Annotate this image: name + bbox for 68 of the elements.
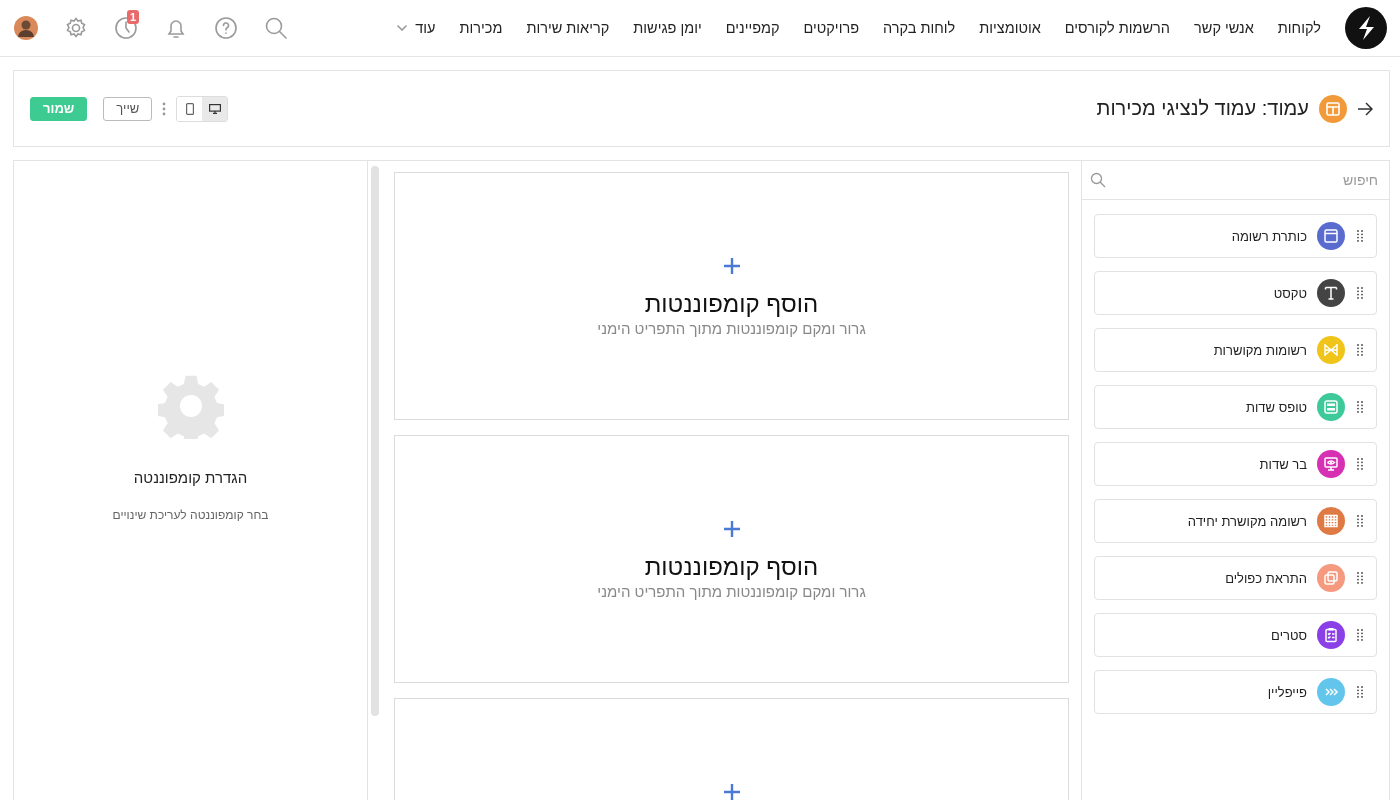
more-menu[interactable]: עוד [397,20,436,36]
component-item[interactable]: סטרים [1094,613,1377,657]
component-label: פייפליין [1267,684,1307,700]
monitor-icon[interactable] [208,103,221,114]
component-item[interactable]: התראת כפולים [1094,556,1377,600]
component-label: טופס שדות [1246,399,1307,415]
drag-handle-icon[interactable] [1357,629,1363,641]
logo-icon[interactable] [1345,7,1387,49]
drop-zone[interactable]: הוסף קומפוננטות גרור ומקם קומפוננטות מתוך התפריט הימני [394,435,1069,683]
component-item[interactable]: טקסט [1094,271,1377,315]
component-label: בר שדות [1259,456,1307,472]
settings-title: הגדרת קומפוננטה [133,469,248,486]
component-label: התראת כפולים [1225,570,1307,586]
caret-icon[interactable] [397,25,408,31]
gear-icon [157,373,224,439]
drop-zone-hint: גרור ומקם קומפוננטות מתוך התפריט הימני [597,320,866,337]
more-options-icon[interactable] [162,101,167,116]
component-item[interactable]: פייפליין [1094,670,1377,714]
page-icon [1319,94,1347,123]
nav-link[interactable]: פרויקטים [803,20,859,36]
component-item[interactable]: כותרת רשומה [1094,214,1377,258]
back-arrow-icon[interactable] [1357,101,1373,116]
scrollbar-thumb[interactable] [371,166,379,716]
plus-icon[interactable] [723,521,740,537]
page-title: עמוד: עמוד לנציגי מכירות [1096,97,1309,120]
drop-zone-title: הוסף קומפוננטות [644,553,819,581]
avatar-icon[interactable] [14,16,38,40]
component-label: רשומה מקושרת יחידה [1187,513,1307,529]
plus-icon[interactable] [723,258,740,274]
drag-handle-icon[interactable] [1357,344,1363,356]
drag-handle-icon[interactable] [1357,230,1363,242]
drag-handle-icon[interactable] [1357,515,1363,527]
nav-link[interactable]: אוטומציות [979,20,1041,36]
component-item[interactable]: רשומות מקושרות [1094,328,1377,372]
nav-link[interactable]: קריאות שירות [526,20,610,36]
phone-icon[interactable] [185,102,194,115]
component-item[interactable]: טופס שדות [1094,385,1377,429]
component-item[interactable]: בר שדות [1094,442,1377,486]
drag-handle-icon[interactable] [1357,287,1363,299]
component-label: כותרת רשומה [1231,228,1307,244]
drop-zone[interactable]: הוסף קומפוננטות גרור ומקם קומפוננטות מתוך התפריט הימני [394,172,1069,420]
component-label: טקסט [1273,285,1307,301]
help-icon[interactable] [214,16,238,40]
share-button[interactable]: שייך [103,96,153,121]
drag-handle-icon[interactable] [1357,686,1363,698]
notification-badge: 1 [127,10,140,24]
drop-zone-title: הוסף קומפוננטות [644,290,819,318]
nav-link[interactable]: לוחות בקרה [883,20,956,36]
settings-hint: בחר קומפוננטה לעריכת שינויים [112,508,269,522]
drop-zone-hint: גרור ומקם קומפוננטות מתוך התפריט הימני [597,583,866,600]
drag-handle-icon[interactable] [1357,458,1363,470]
search-icon[interactable] [1090,172,1106,188]
nav-link[interactable]: הרשמות לקורסים [1064,20,1171,36]
component-label: רשומות מקושרות [1213,342,1307,358]
settings-icon[interactable] [64,16,88,40]
component-item[interactable]: רשומה מקושרת יחידה [1094,499,1377,543]
nav-link[interactable]: מכירות [459,20,503,36]
search-icon[interactable] [264,16,288,40]
search-field[interactable]: חיפוש [1106,171,1380,189]
nav-link[interactable]: לקוחות [1277,20,1321,36]
drag-handle-icon[interactable] [1357,572,1363,584]
drag-handle-icon[interactable] [1357,401,1363,413]
nav-link[interactable]: קמפיינים [725,20,780,36]
plus-icon[interactable] [723,784,740,800]
nav-link[interactable]: יומן פגישות [633,20,702,36]
component-label: סטרים [1271,627,1307,643]
nav-link[interactable]: אנשי קשר [1194,20,1254,36]
desktop-view-toggle[interactable] [202,96,228,121]
